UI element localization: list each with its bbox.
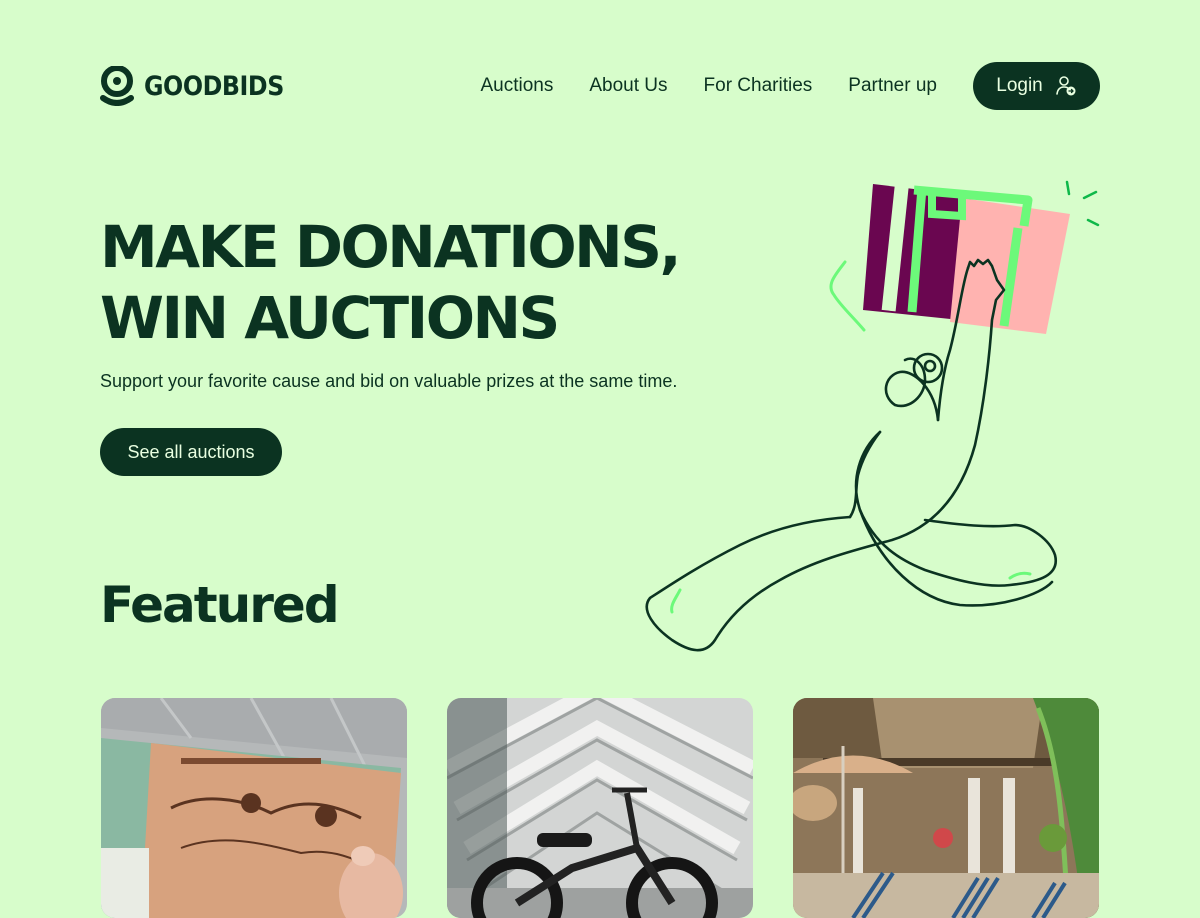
- nav-item-partner-up[interactable]: Partner up: [848, 75, 937, 97]
- hero-subtitle: Support your favorite cause and bid on v…: [100, 371, 678, 391]
- login-button[interactable]: Login: [973, 62, 1100, 110]
- nav-item-auctions[interactable]: Auctions: [480, 75, 553, 97]
- site-header: GOODBIDS Auctions About Us For Charities…: [100, 62, 1100, 110]
- main-nav: Auctions About Us For Charities Partner …: [444, 62, 1100, 110]
- resort-pool-loungers-photo: [793, 698, 1099, 918]
- brand-name: GOODBIDS: [144, 70, 284, 102]
- user-login-icon: [1055, 75, 1077, 97]
- brand-logo[interactable]: GOODBIDS: [100, 66, 303, 106]
- featured-card-tickets[interactable]: [101, 698, 407, 918]
- hero-title-line-2: WIN AUCTIONS: [100, 284, 560, 352]
- see-all-auctions-button[interactable]: See all auctions: [100, 428, 282, 476]
- hero-title: MAKE DONATIONS, WIN AUCTIONS: [100, 212, 682, 354]
- nav-item-about-us[interactable]: About Us: [589, 75, 667, 97]
- hero-title-line-1: MAKE DONATIONS,: [100, 213, 682, 281]
- featured-card-bike[interactable]: [447, 698, 753, 918]
- disney-exhibition-tickets-photo: [101, 698, 407, 918]
- featured-card-resort[interactable]: [793, 698, 1099, 918]
- featured-heading: Featured: [100, 576, 340, 634]
- nav-item-for-charities[interactable]: For Charities: [704, 75, 813, 97]
- login-label: Login: [996, 75, 1043, 96]
- goodbids-logo-icon: [100, 66, 134, 106]
- person-reaching-for-gift-illustration: [630, 170, 1110, 660]
- electric-bike-photo: [447, 698, 753, 918]
